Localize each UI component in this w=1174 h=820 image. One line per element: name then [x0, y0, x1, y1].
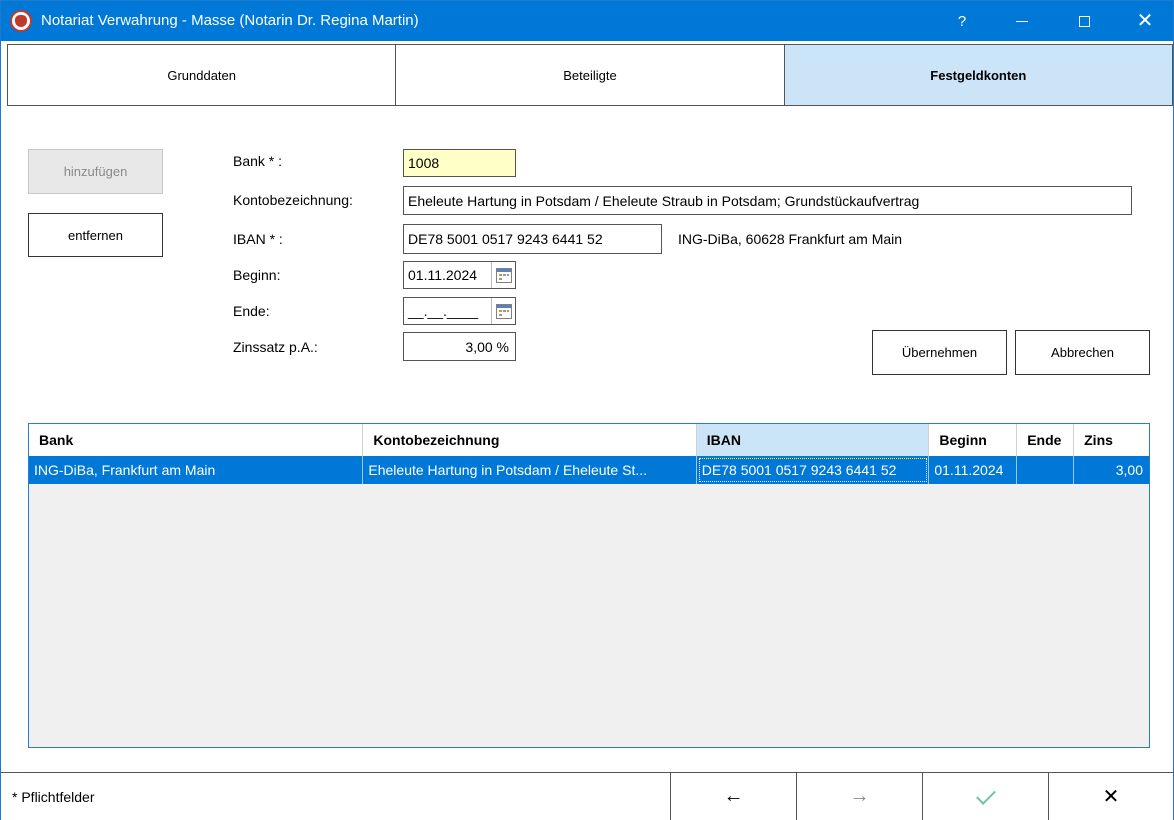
ende-label: Ende: — [233, 303, 270, 319]
kontobezeichnung-input[interactable]: Eheleute Hartung in Potsdam / Eheleute S… — [403, 186, 1132, 215]
ende-calendar-button[interactable] — [491, 298, 515, 324]
confirm-button[interactable] — [923, 773, 1049, 820]
column-header-iban[interactable]: IBAN — [696, 424, 930, 456]
ende-input[interactable]: __.__.____ — [404, 298, 491, 324]
add-button[interactable]: hinzufügen — [28, 149, 163, 194]
required-fields-hint: * Pflichtfelder — [1, 773, 671, 820]
forward-button[interactable]: → — [797, 773, 923, 820]
checkmark-icon — [975, 784, 996, 805]
dialog-window: Notariat Verwahrung - Masse (Notarin Dr.… — [0, 0, 1174, 820]
close-button[interactable]: ✕ — [1049, 773, 1173, 820]
apply-button[interactable]: Übernehmen — [872, 330, 1007, 375]
beginn-label: Beginn: — [233, 267, 281, 283]
bank-label: Bank * : — [233, 153, 283, 169]
remove-button[interactable]: entfernen — [28, 213, 163, 257]
title-bar[interactable]: Notariat Verwahrung - Masse (Notarin Dr.… — [1, 1, 1173, 41]
help-button[interactable]: ? — [939, 1, 985, 41]
beginn-input[interactable]: 01.11.2024 — [404, 262, 491, 288]
cell-ende[interactable] — [1017, 456, 1075, 484]
window-title: Notariat Verwahrung - Masse (Notarin Dr.… — [41, 12, 419, 29]
maximize-button[interactable] — [1061, 1, 1107, 41]
cancel-button[interactable]: Abbrechen — [1015, 330, 1150, 375]
arrow-left-icon: ← — [723, 785, 744, 807]
close-icon: ✕ — [1136, 10, 1154, 32]
minimize-button[interactable] — [999, 1, 1045, 41]
accounts-table[interactable]: Bank Kontobezeichnung IBAN Beginn Ende Z… — [28, 423, 1150, 748]
arrow-right-icon: → — [849, 785, 870, 807]
iban-input[interactable]: DE78 5001 0517 9243 6441 52 — [403, 224, 662, 254]
back-button[interactable]: ← — [671, 773, 797, 820]
cell-zins[interactable]: 3,00 — [1074, 456, 1149, 484]
zinssatz-input[interactable]: 3,00 % — [403, 332, 516, 361]
column-header-kontobezeichnung[interactable]: Kontobezeichnung — [363, 424, 697, 456]
iban-bank-hint: ING-DiBa, 60628 Frankfurt am Main — [678, 231, 903, 247]
bank-input[interactable]: 1008 — [403, 149, 516, 177]
tab-festgeldkonten[interactable]: Festgeldkonten — [784, 45, 1172, 105]
app-eagle-icon — [10, 10, 32, 32]
ende-date-field: __.__.____ — [403, 297, 516, 325]
iban-label: IBAN * : — [233, 231, 283, 247]
tab-grunddaten[interactable]: Grunddaten — [8, 45, 397, 105]
tab-beteiligte[interactable]: Beteiligte — [396, 45, 785, 105]
column-header-zins[interactable]: Zins — [1074, 424, 1149, 456]
cell-beginn[interactable]: 01.11.2024 — [929, 456, 1018, 484]
kontobezeichnung-label: Kontobezeichnung: — [233, 192, 353, 208]
close-icon: ✕ — [1102, 786, 1120, 808]
close-window-button[interactable]: ✕ — [1122, 1, 1168, 41]
calendar-icon — [495, 267, 512, 283]
table-header: Bank Kontobezeichnung IBAN Beginn Ende Z… — [29, 424, 1149, 456]
footer-bar: * Pflichtfelder ← → ✕ — [1, 772, 1173, 820]
cell-iban[interactable]: DE78 5001 0517 9243 6441 52 — [697, 456, 930, 484]
tab-bar: Grunddaten Beteiligte Festgeldkonten — [7, 44, 1173, 106]
zinssatz-label: Zinssatz p.A.: — [233, 339, 318, 355]
beginn-calendar-button[interactable] — [491, 262, 515, 288]
maximize-icon — [1078, 15, 1090, 27]
column-header-ende[interactable]: Ende — [1017, 424, 1075, 456]
column-header-beginn[interactable]: Beginn — [929, 424, 1018, 456]
column-header-bank[interactable]: Bank — [29, 424, 364, 456]
minimize-icon — [1016, 20, 1028, 22]
cell-kontobezeichnung[interactable]: Eheleute Hartung in Potsdam / Eheleute S… — [363, 456, 697, 484]
table-row[interactable]: ING-DiBa, Frankfurt am Main Eheleute Har… — [29, 456, 1149, 484]
beginn-date-field: 01.11.2024 — [403, 261, 516, 289]
cell-bank[interactable]: ING-DiBa, Frankfurt am Main — [29, 456, 364, 484]
calendar-icon — [495, 303, 512, 319]
